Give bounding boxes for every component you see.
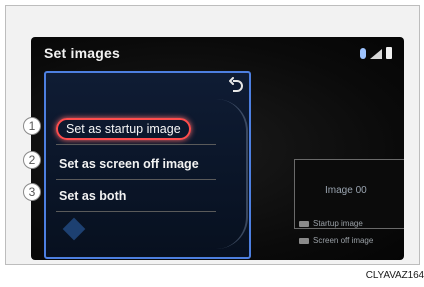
callout-1: 1 <box>23 117 41 135</box>
menu-divider <box>56 211 216 212</box>
menu-item-startup[interactable]: Set as startup image <box>56 118 191 140</box>
screenshot-frame: Set images Set as startup image Set as s… <box>5 5 420 265</box>
legend-screen-off: Screen off image <box>299 236 373 245</box>
preview-image-label: Image 00 <box>325 185 367 196</box>
scroll-arc <box>216 99 248 249</box>
image-caption: CLYAVAZ164 <box>365 270 424 281</box>
decorative-shape <box>62 217 86 241</box>
menu-item-both[interactable]: Set as both <box>56 185 126 207</box>
status-bar <box>360 47 392 59</box>
battery-icon <box>386 47 392 59</box>
legend-startup-label: Startup image <box>313 219 363 228</box>
menu-panel: Set as startup image Set as screen off i… <box>44 71 251 259</box>
callout-2: 2 <box>23 151 41 169</box>
legend-startup: Startup image <box>299 219 363 228</box>
legend-screen-off-label: Screen off image <box>313 236 374 245</box>
menu-divider <box>56 144 216 145</box>
bluetooth-icon <box>360 48 366 59</box>
screen-title: Set images <box>44 45 120 61</box>
screen-off-image-icon <box>299 237 309 244</box>
startup-image-icon <box>299 220 309 227</box>
callout-3: 3 <box>23 183 41 201</box>
signal-icon <box>370 49 382 59</box>
display-screen: Set images Set as startup image Set as s… <box>31 37 404 260</box>
menu-item-screen-off[interactable]: Set as screen off image <box>56 153 199 175</box>
back-arrow-icon[interactable] <box>229 77 245 93</box>
menu-divider <box>56 179 216 180</box>
